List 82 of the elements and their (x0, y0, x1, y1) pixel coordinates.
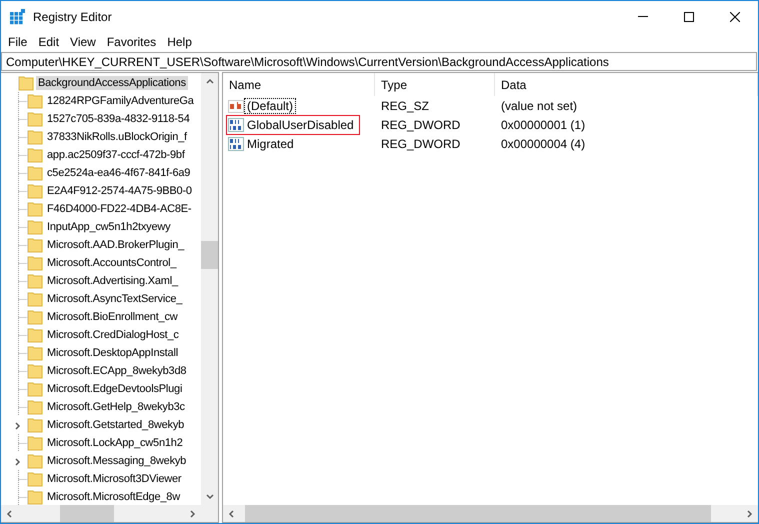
value-type: REG_DWORD (380, 137, 462, 151)
folder-icon (27, 327, 43, 343)
expand-icon[interactable] (13, 420, 22, 430)
expand-icon[interactable] (13, 456, 22, 466)
tree-item[interactable]: Microsoft.Messaging_8wekyb (45, 454, 188, 468)
tree-item[interactable]: E2A4F912-2574-4A75-9BB0-0 (45, 184, 194, 198)
maximize-icon (684, 12, 694, 22)
menu-item[interactable]: View (65, 34, 101, 48)
value-name[interactable]: Migrated (244, 136, 297, 152)
binary-value-icon (228, 117, 244, 133)
folder-icon (27, 219, 43, 235)
folder-icon (27, 255, 43, 271)
value-data: 0x00000001 (1) (500, 118, 586, 132)
folder-icon (27, 201, 43, 217)
folder-icon (27, 111, 43, 127)
folder-icon (27, 381, 43, 397)
vertical-scrollbar[interactable] (201, 73, 218, 505)
tree-item[interactable]: InputApp_cw5n1h2txyewy (45, 220, 172, 234)
folder-icon (27, 399, 43, 415)
scroll-left-icon[interactable] (227, 509, 236, 518)
tree-item[interactable]: BackgroundAccessApplications (36, 76, 188, 90)
menu-item[interactable]: Favorites (102, 34, 162, 48)
tree-item[interactable]: Microsoft.AsyncTextService_ (45, 292, 184, 306)
folder-icon (27, 471, 43, 487)
horizontal-scrollbar[interactable] (1, 505, 201, 522)
tree-item[interactable]: Microsoft.ECApp_8wekyb3d8 (45, 364, 188, 378)
folder-icon (27, 237, 43, 253)
tree-item[interactable]: app.ac2509f37-cccf-472b-9bf (45, 148, 187, 162)
menu-item[interactable]: File (3, 34, 32, 48)
folder-icon (27, 165, 43, 181)
tree-item[interactable]: Microsoft.DesktopAppInstall (45, 346, 180, 360)
tree-item[interactable]: Microsoft.GetHelp_8wekyb3c (45, 400, 187, 414)
tree-item[interactable]: 37833NikRolls.uBlockOrigin_f (45, 130, 189, 144)
menu-item[interactable]: Edit (33, 34, 64, 48)
tree-item[interactable]: Microsoft.MicrosoftEdge_8w (45, 490, 182, 504)
tree-item[interactable]: Microsoft.Microsoft3DViewer (45, 472, 184, 486)
folder-icon (18, 75, 34, 91)
binary-value-icon (228, 136, 244, 152)
tree-item[interactable]: Microsoft.CredDialogHost_c (45, 328, 181, 342)
scroll-right-icon[interactable] (188, 509, 197, 518)
value-data: (value not set) (500, 99, 578, 113)
tree-item[interactable]: Microsoft.Advertising.Xaml_ (45, 274, 180, 288)
scroll-right-icon[interactable] (745, 509, 754, 518)
tree-item[interactable]: 12824RPGFamilyAdventureGa (45, 94, 196, 108)
folder-icon (27, 345, 43, 361)
value-type: REG_SZ (380, 99, 430, 113)
folder-icon (27, 273, 43, 289)
menu-item[interactable]: Help (162, 34, 197, 48)
folder-icon (27, 129, 43, 145)
app-icon (9, 8, 25, 24)
folder-icon (27, 183, 43, 199)
tree-item[interactable]: Microsoft.AccountsControl_ (45, 256, 178, 270)
scrollbar-thumb[interactable] (60, 505, 114, 522)
folder-icon (27, 435, 43, 451)
address-field[interactable]: Computer\HKEY_CURRENT_USER\Software\Microsoft\Windows\CurrentVersion\BackgroundAccessApplications (1, 52, 757, 71)
value-name[interactable]: (Default) (244, 98, 296, 114)
folder-icon (27, 93, 43, 109)
value-type: REG_DWORD (380, 118, 462, 132)
folder-icon (27, 291, 43, 307)
minimize-icon (638, 16, 648, 17)
value-name[interactable]: GlobalUserDisabled (244, 117, 357, 133)
folder-icon (27, 417, 43, 433)
scrollbar-thumb[interactable] (201, 241, 218, 270)
folder-icon (27, 147, 43, 163)
value-data: 0x00000004 (4) (500, 137, 586, 151)
folder-icon (27, 453, 43, 469)
tree-item[interactable]: Microsoft.Getstarted_8wekyb (45, 418, 186, 432)
scroll-down-icon[interactable] (205, 492, 214, 501)
close-icon (730, 12, 740, 22)
scroll-up-icon[interactable] (205, 77, 214, 86)
tree-item[interactable]: c5e2524a-ea46-4f67-841f-6a9 (45, 166, 192, 180)
tree-item[interactable]: Microsoft.EdgeDevtoolsPlugi (45, 382, 184, 396)
tree-item[interactable]: F46D4000-FD22-4DB4-AC8E- (45, 202, 194, 216)
tree-item[interactable]: 1527c705-839a-4832-9118-54 (45, 112, 192, 126)
folder-icon (27, 309, 43, 325)
tree-item[interactable]: Microsoft.BioEnrollment_cw (45, 310, 180, 324)
string-value-icon (228, 98, 244, 114)
tree-item[interactable]: Microsoft.AAD.BrokerPlugin_ (45, 238, 186, 252)
window-title: Registry Editor (33, 10, 112, 24)
folder-icon (27, 363, 43, 379)
tree-item[interactable]: Microsoft.LockApp_cw5n1h2 (45, 436, 185, 450)
scroll-left-icon[interactable] (5, 509, 14, 518)
